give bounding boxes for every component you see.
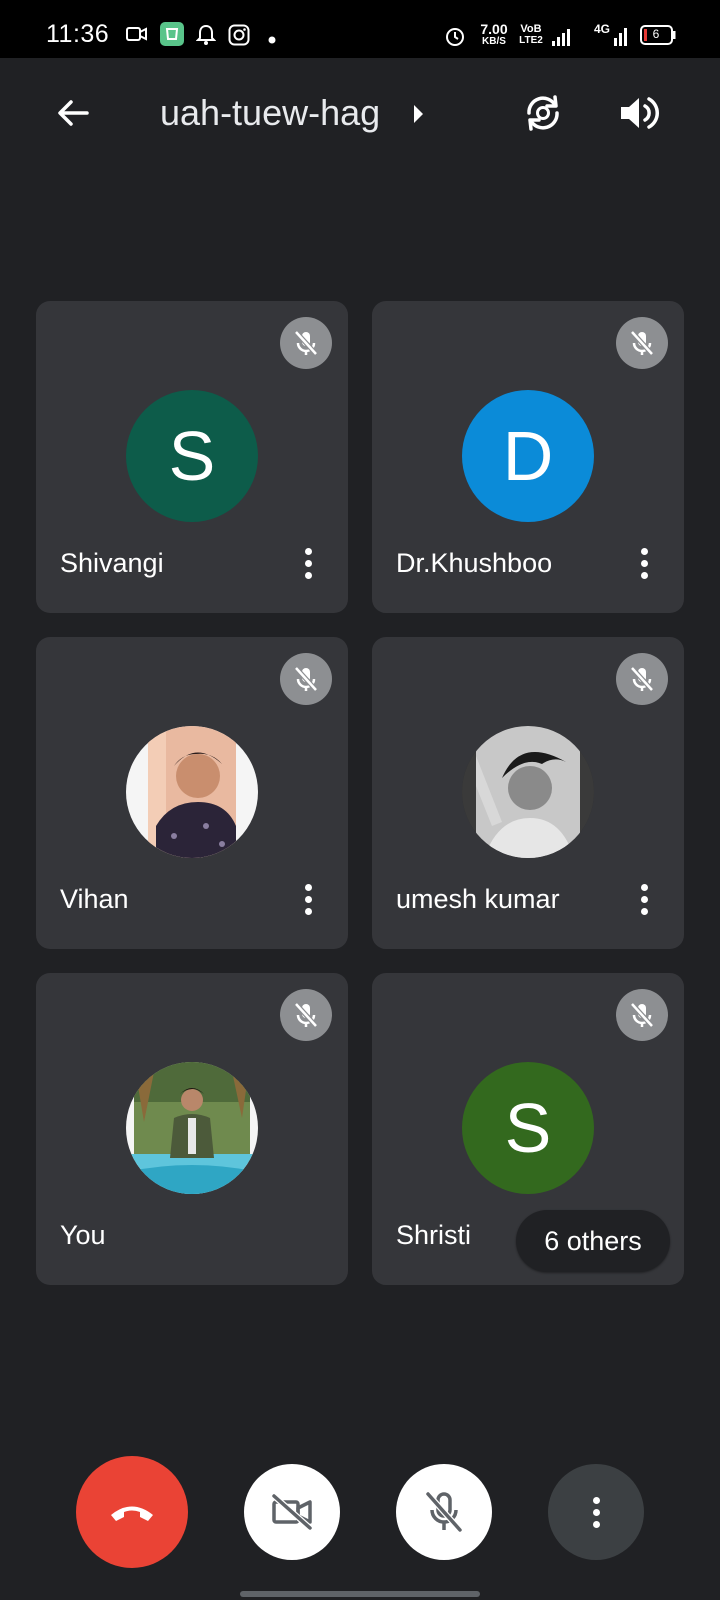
participant-options-button[interactable]: [296, 877, 320, 921]
mic-off-icon: [294, 1002, 318, 1028]
meeting-code[interactable]: uah-tuew-hag: [160, 88, 380, 138]
participant-name: Shristi: [396, 1220, 472, 1250]
avatar: S: [126, 390, 258, 522]
network-type: 4G: [593, 22, 610, 36]
speaker-icon: [621, 97, 659, 129]
mic-off-icon: [630, 330, 654, 356]
muted-indicator: [280, 317, 332, 369]
camera-off-icon: [272, 1493, 312, 1531]
mic-off-icon: [294, 330, 318, 356]
muted-indicator: [616, 653, 668, 705]
mic-off-icon: [294, 666, 318, 692]
bell-icon: [195, 24, 217, 51]
participant-name: Dr.Khushboo: [396, 548, 553, 578]
mic-off-icon: [425, 1492, 463, 1532]
avatar-photo: [126, 1062, 258, 1194]
avatar: D: [462, 390, 594, 522]
status-bar: 11:36 7.00 KB/S VoB LTE2 4G 6: [0, 0, 720, 58]
mic-off-icon: [630, 666, 654, 692]
avatar-photo: [462, 726, 594, 858]
top-app-bar: uah-tuew-hag: [0, 58, 720, 168]
meet-call-screen: 11:36 7.00 KB/S VoB LTE2 4G 6 uah-tuew-h…: [0, 0, 720, 1600]
avatar-photo: [126, 726, 258, 858]
battery-level: 6: [652, 27, 660, 41]
participant-name: Shivangi: [60, 548, 164, 578]
participant-name: You: [60, 1220, 106, 1250]
signal-icon: [552, 26, 574, 51]
alarm-icon: [444, 25, 466, 52]
participant-tile[interactable]: S Shivangi: [36, 301, 348, 613]
back-arrow-icon: [58, 100, 89, 126]
switch-camera-button[interactable]: [516, 86, 570, 140]
participant-options-button[interactable]: [632, 877, 656, 921]
more-vert-icon: [592, 1496, 600, 1528]
volte-bottom: LTE2: [519, 35, 543, 46]
app-icon: [160, 22, 184, 51]
status-time: 11:36: [46, 20, 110, 48]
avatar: S: [462, 1062, 594, 1194]
participant-tile[interactable]: You: [36, 973, 348, 1285]
instagram-icon: [228, 24, 250, 51]
speed-unit: KB/S: [482, 36, 506, 47]
participant-tile[interactable]: D Dr.Khushboo: [372, 301, 684, 613]
others-chip[interactable]: 6 others: [516, 1210, 670, 1272]
camera-toggle-button[interactable]: [244, 1464, 340, 1560]
signal-icon-2: [614, 26, 628, 51]
audio-output-button[interactable]: [612, 86, 666, 140]
end-call-button[interactable]: [76, 1456, 188, 1568]
speed-value: 7.00: [480, 21, 508, 37]
mic-off-icon: [630, 1002, 654, 1028]
volte-top: VoB: [520, 23, 542, 35]
meeting-info-button[interactable]: [408, 96, 428, 132]
end-call-icon: [111, 1506, 153, 1521]
switch-camera-icon: [527, 95, 559, 131]
muted-indicator: [616, 989, 668, 1041]
muted-indicator: [280, 989, 332, 1041]
participant-name: Vihan: [60, 884, 129, 914]
mic-toggle-button[interactable]: [396, 1464, 492, 1560]
muted-indicator: [616, 317, 668, 369]
participant-name: umesh kumar: [396, 884, 560, 914]
participant-options-button[interactable]: [632, 541, 656, 585]
participant-options-button[interactable]: [296, 541, 320, 585]
video-camera-icon: [126, 25, 148, 48]
muted-indicator: [280, 653, 332, 705]
gesture-bar: [240, 1591, 480, 1597]
participant-tile[interactable]: umesh kumar: [372, 637, 684, 949]
more-options-button[interactable]: [548, 1464, 644, 1560]
participant-tile[interactable]: Vihan: [36, 637, 348, 949]
back-button[interactable]: [48, 88, 98, 138]
dot-icon: [268, 31, 276, 49]
chevron-right-icon: [414, 105, 423, 123]
